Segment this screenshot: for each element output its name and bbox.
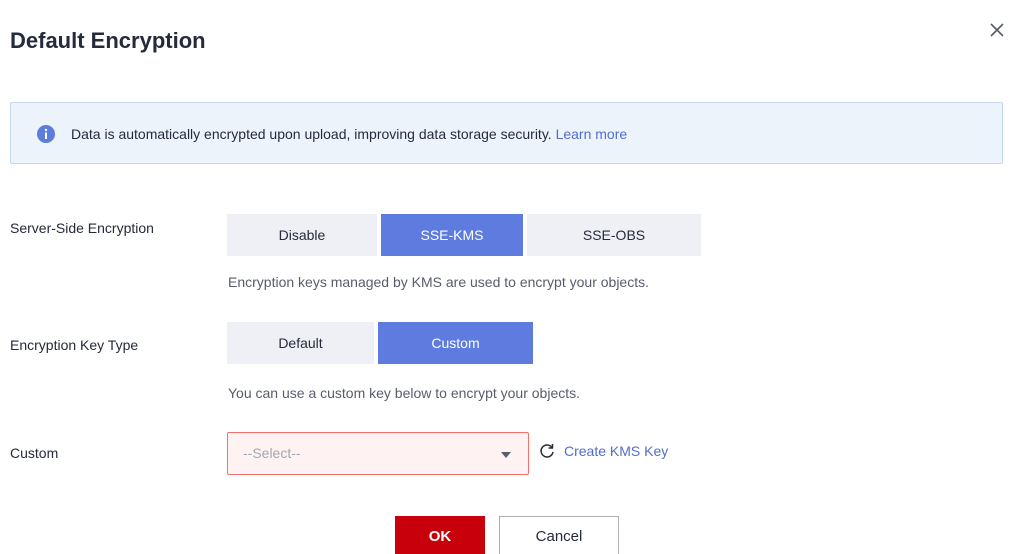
cancel-button[interactable]: Cancel [499, 516, 619, 554]
close-icon[interactable] [985, 18, 1009, 42]
sse-label: Server-Side Encryption [10, 220, 154, 236]
create-kms-key-link[interactable]: Create KMS Key [564, 443, 668, 459]
key-type-option-custom[interactable]: Custom [378, 322, 533, 364]
dialog-title: Default Encryption [10, 28, 206, 53]
custom-key-select[interactable]: --Select-- [227, 432, 529, 475]
default-encryption-dialog: Default Encryption Data is automatically… [0, 0, 1019, 554]
info-icon [37, 125, 55, 143]
sse-option-disable[interactable]: Disable [227, 214, 377, 256]
sse-segmented-control: Disable SSE-KMS SSE-OBS [227, 214, 705, 256]
learn-more-link[interactable]: Learn more [556, 126, 628, 142]
custom-label: Custom [10, 445, 59, 461]
sse-hint: Encryption keys managed by KMS are used … [228, 274, 649, 290]
info-banner: Data is automatically encrypted upon upl… [10, 102, 1003, 164]
info-message: Data is automatically encrypted upon upl… [71, 125, 627, 143]
key-type-segmented-control: Default Custom [227, 322, 537, 364]
ok-button[interactable]: OK [395, 516, 485, 554]
key-type-option-default[interactable]: Default [227, 322, 374, 364]
key-type-hint: You can use a custom key below to encryp… [228, 385, 581, 401]
chevron-down-icon [501, 452, 511, 458]
key-type-label: Encryption Key Type [10, 337, 139, 353]
sse-option-sse-obs[interactable]: SSE-OBS [527, 214, 701, 256]
info-message-text: Data is automatically encrypted upon upl… [71, 126, 552, 142]
select-placeholder: --Select-- [243, 445, 301, 461]
sse-option-sse-kms[interactable]: SSE-KMS [381, 214, 523, 256]
refresh-icon[interactable] [538, 442, 556, 460]
